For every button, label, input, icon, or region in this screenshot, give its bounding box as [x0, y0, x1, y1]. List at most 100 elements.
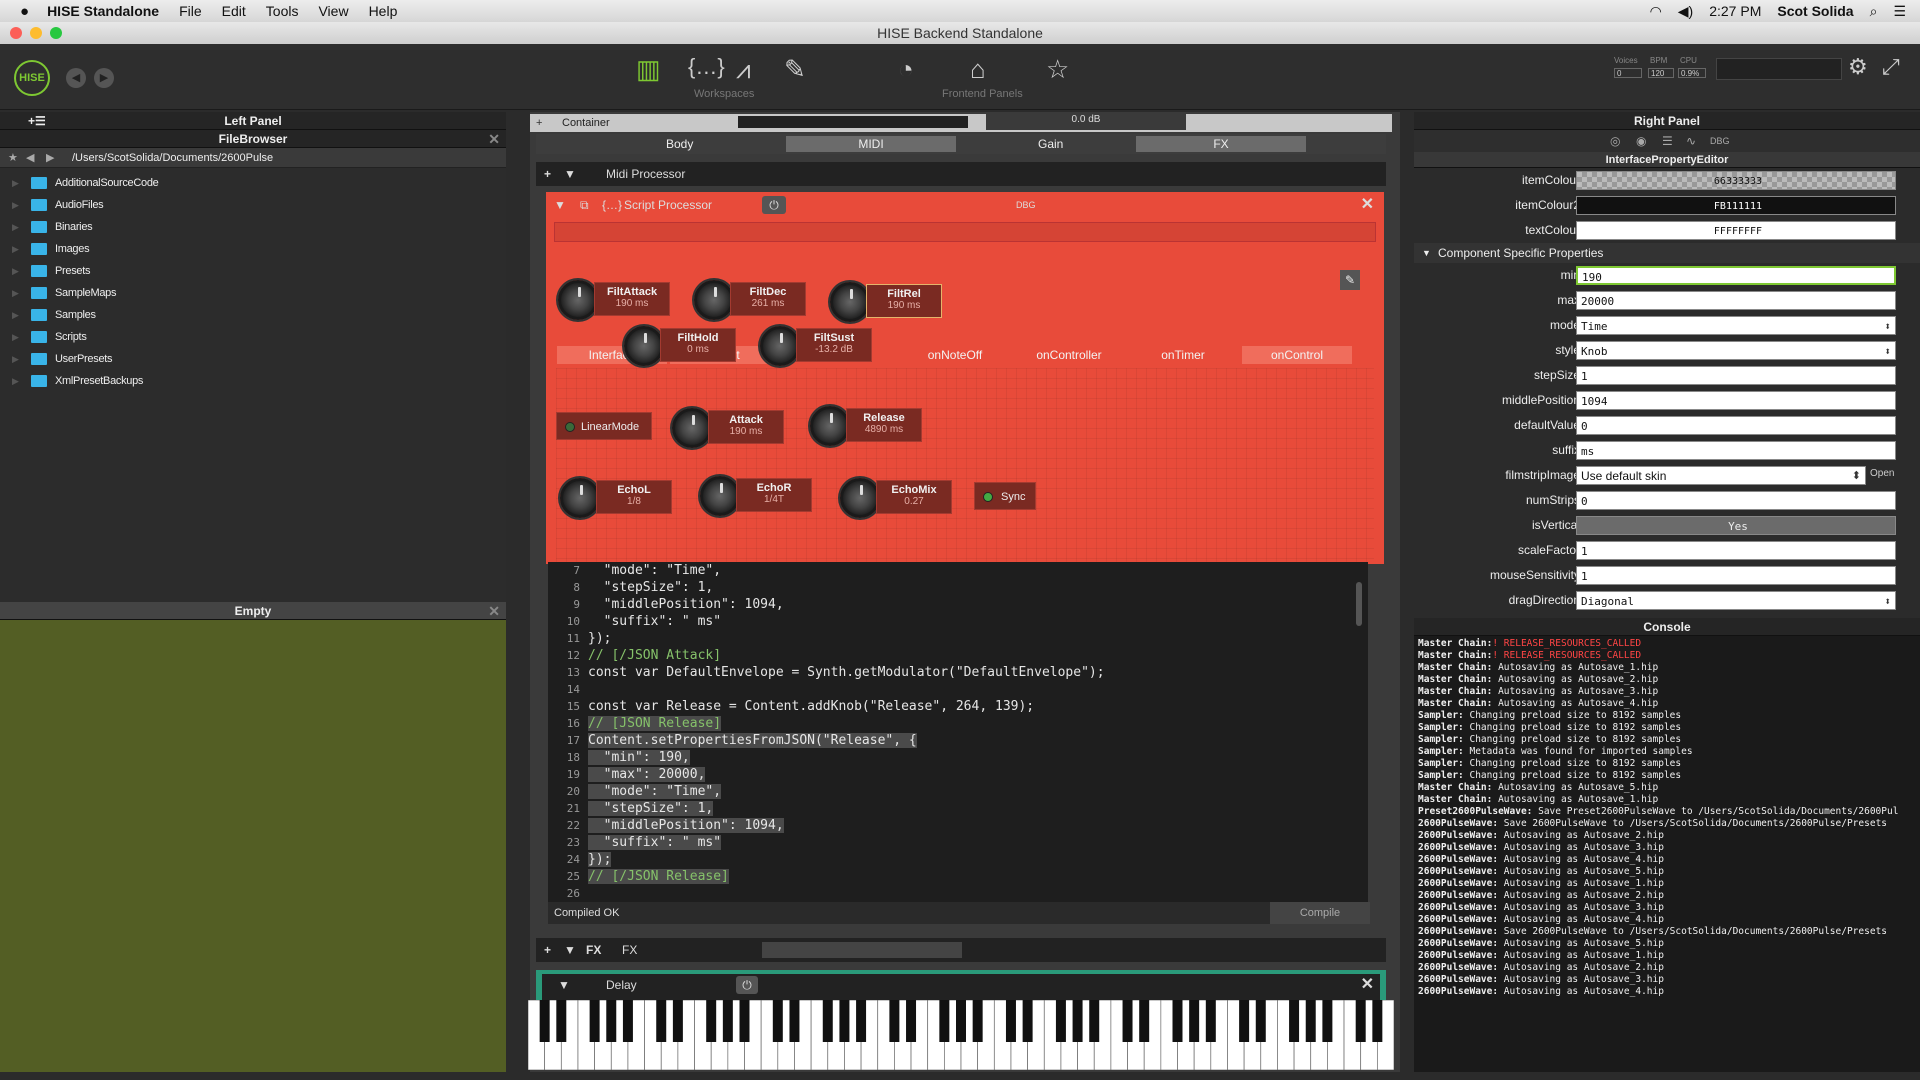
folder-item[interactable]: ▶ Samples	[0, 304, 506, 326]
power-icon[interactable]: ⏻	[762, 196, 786, 214]
knob-echol[interactable]	[560, 478, 600, 518]
black-key[interactable]	[722, 1000, 733, 1042]
black-key[interactable]	[889, 1000, 900, 1042]
script-icon[interactable]: {…}	[688, 54, 725, 80]
black-key[interactable]	[972, 1000, 983, 1042]
folder-item[interactable]: ▶ UserPresets	[0, 348, 506, 370]
sliders-icon[interactable]: ☰	[1662, 130, 1673, 152]
black-key[interactable]	[739, 1000, 750, 1042]
menu-tools[interactable]: Tools	[266, 3, 299, 19]
target-icon[interactable]: ◎	[1610, 130, 1620, 152]
star-icon[interactable]: ☆	[1046, 54, 1069, 85]
black-key[interactable]	[789, 1000, 800, 1042]
tab-body[interactable]: Body	[666, 134, 693, 154]
linearmode-button[interactable]: LinearMode	[556, 412, 652, 440]
mode-select[interactable]: Time	[1576, 316, 1896, 336]
scalefactor-field[interactable]: 1	[1576, 541, 1896, 560]
meter-icon[interactable]: ◔	[898, 54, 914, 85]
keyboard-icon[interactable]	[527, 999, 1395, 1071]
tab-ontimer[interactable]: onTimer	[1128, 346, 1238, 364]
colour-field[interactable]: 66333333	[1576, 171, 1896, 190]
black-key[interactable]	[1122, 1000, 1133, 1042]
star-icon[interactable]: ★	[8, 148, 18, 168]
knob-release[interactable]	[810, 406, 850, 446]
black-key[interactable]	[672, 1000, 683, 1042]
black-key[interactable]	[822, 1000, 833, 1042]
code-scrollbar[interactable]	[1356, 582, 1362, 626]
dbg-button[interactable]: DBG	[1016, 192, 1036, 218]
black-key[interactable]	[1255, 1000, 1266, 1042]
settings-icon[interactable]: ⚙	[1848, 54, 1868, 80]
back-icon[interactable]: ◀	[66, 68, 86, 88]
eye-icon[interactable]: ◉	[1636, 130, 1646, 152]
suffix-field[interactable]: ms	[1576, 441, 1896, 460]
forward-icon[interactable]: ▶	[46, 148, 54, 168]
knob-filtsust[interactable]	[760, 326, 800, 366]
black-key[interactable]	[1322, 1000, 1333, 1042]
tab-oncontrol[interactable]: onControl	[1242, 346, 1352, 364]
black-key[interactable]	[856, 1000, 867, 1042]
console-output[interactable]: Master Chain:! RELEASE_RESOURCES_CALLED M…	[1414, 636, 1920, 1072]
knob-attack[interactable]	[672, 408, 712, 448]
sync-button[interactable]: Sync	[974, 482, 1036, 510]
black-key[interactable]	[622, 1000, 633, 1042]
black-key[interactable]	[939, 1000, 950, 1042]
black-key[interactable]	[1189, 1000, 1200, 1042]
knob-filtrel[interactable]	[830, 282, 870, 322]
curve-icon[interactable]: ∿	[1686, 130, 1696, 152]
search-icon[interactable]: ⌕	[1870, 3, 1878, 20]
dragdirection-select[interactable]: Diagonal	[1576, 591, 1896, 611]
close-icon[interactable]: ✕	[488, 130, 500, 148]
black-key[interactable]	[539, 1000, 550, 1042]
tab-gain[interactable]: Gain	[1038, 134, 1063, 154]
style-select[interactable]: Knob	[1576, 341, 1896, 361]
black-key[interactable]	[1005, 1000, 1016, 1042]
close-icon[interactable]: ✕	[488, 602, 500, 620]
collapse-icon[interactable]: ▼	[558, 970, 570, 1000]
folder-item[interactable]: ▶ XmlPresetBackups	[0, 370, 506, 392]
power-icon[interactable]: ⏻	[736, 976, 758, 994]
list-icon[interactable]: ☰	[1893, 3, 1906, 20]
mixer-icon[interactable]: ▥	[636, 54, 661, 85]
min-field[interactable]: 190	[1576, 266, 1896, 285]
add-icon[interactable]: +	[544, 938, 551, 962]
filmstrip-select[interactable]: Use default skin	[1576, 466, 1866, 486]
folder-item[interactable]: ▶ AdditionalSourceCode	[0, 172, 506, 194]
black-key[interactable]	[1239, 1000, 1250, 1042]
black-key[interactable]	[839, 1000, 850, 1042]
hise-logo-icon[interactable]: HISE	[14, 60, 50, 96]
black-key[interactable]	[1172, 1000, 1183, 1042]
forward-icon[interactable]: ▶	[94, 68, 114, 88]
volume-icon[interactable]: ◀)	[1678, 3, 1693, 20]
edit-icon[interactable]: ✎	[1340, 270, 1360, 290]
black-key[interactable]	[656, 1000, 667, 1042]
piano-keyboard[interactable]	[527, 999, 1395, 1071]
black-key[interactable]	[1072, 1000, 1083, 1042]
stepsize-field[interactable]: 1	[1576, 366, 1896, 385]
menu-help[interactable]: Help	[369, 3, 398, 19]
knob-filthold[interactable]	[624, 326, 664, 366]
black-key[interactable]	[906, 1000, 917, 1042]
knob-filtdec[interactable]	[694, 280, 734, 320]
knob-echomix[interactable]	[840, 478, 880, 518]
path-field[interactable]: /Users/ScotSolida/Documents/2600Pulse	[72, 148, 273, 168]
menu-view[interactable]: View	[318, 3, 348, 19]
dbg-button[interactable]: DBG	[1710, 130, 1730, 152]
close-icon[interactable]: ✕	[1361, 970, 1374, 1000]
black-key[interactable]	[956, 1000, 966, 1042]
folder-item[interactable]: ▶ Scripts	[0, 326, 506, 348]
code-editor[interactable]: 7 "mode": "Time", 8 "stepSize": 1, 9 "mi…	[548, 562, 1368, 902]
colour-field[interactable]: FFFFFFFF	[1576, 221, 1896, 240]
knob-filtattack[interactable]	[558, 280, 598, 320]
max-field[interactable]: 20000	[1576, 291, 1896, 310]
add-icon[interactable]: +	[536, 114, 542, 132]
black-key[interactable]	[556, 1000, 567, 1042]
tab-fx[interactable]: FX	[1136, 136, 1306, 152]
section-header[interactable]: ▼ Component Specific Properties	[1414, 243, 1920, 263]
tab-midi[interactable]: MIDI	[786, 136, 956, 152]
collapse-icon[interactable]: ▼	[564, 162, 576, 186]
black-key[interactable]	[1372, 1000, 1383, 1042]
menu-edit[interactable]: Edit	[222, 3, 246, 19]
black-key[interactable]	[1139, 1000, 1150, 1042]
collapse-icon[interactable]: ▼	[554, 192, 566, 218]
